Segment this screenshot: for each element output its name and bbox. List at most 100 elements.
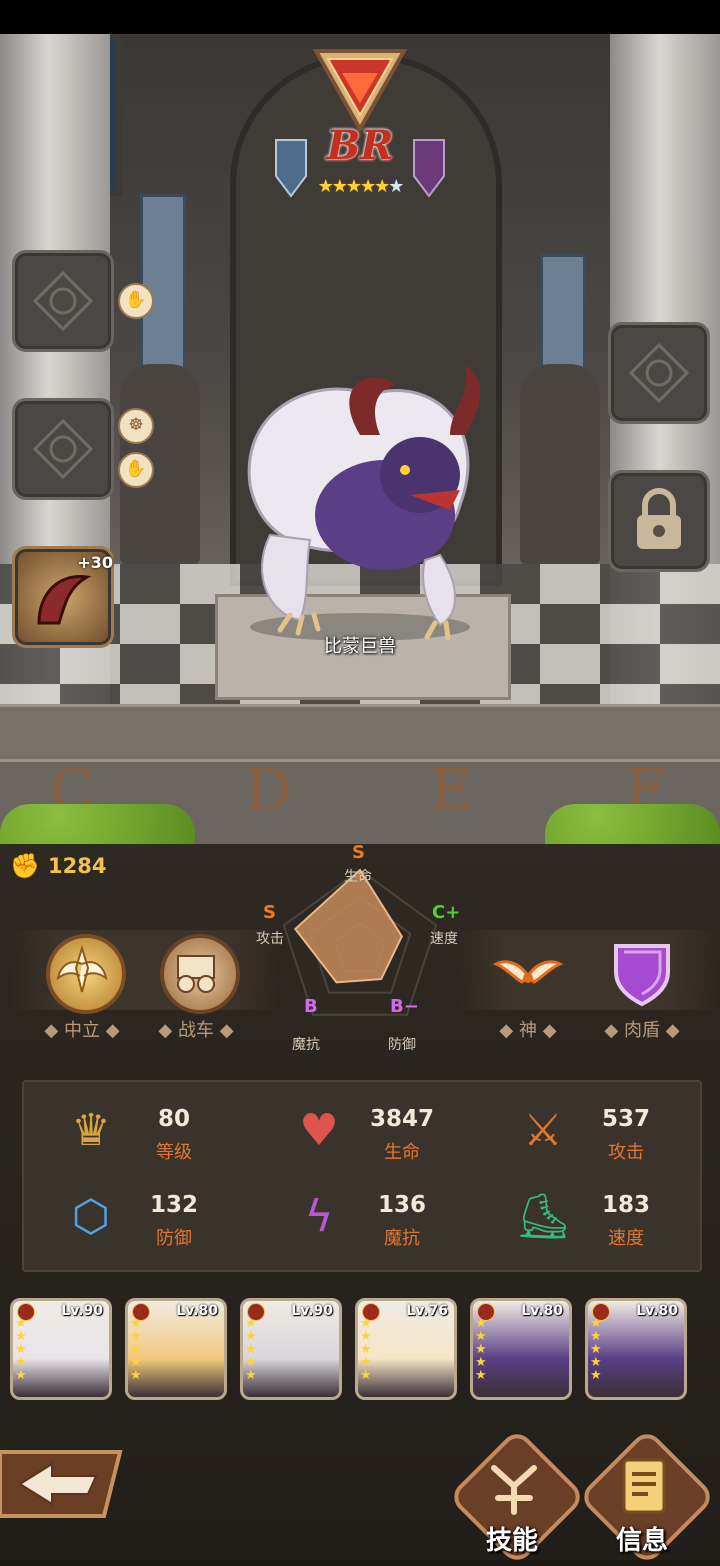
stat-value: 183 (601, 1192, 650, 1218)
radar-axis-label: 防御 (388, 1037, 416, 1053)
angel-wings-crest-icon (56, 944, 108, 993)
sword-icon: ⚔ (523, 1105, 563, 1156)
radar-grade: C+ (432, 902, 461, 923)
stat-label: 等级 (156, 1142, 192, 1163)
magic-shield-icon: ϟ (304, 1191, 334, 1242)
star-filled-icon: ★ (360, 176, 376, 197)
horn-buff-item[interactable]: +30 (12, 546, 114, 648)
hero-level: Lv.90 (291, 1303, 333, 1319)
tank-role-badge[interactable] (606, 936, 678, 1008)
rank-badge: BR (326, 122, 394, 169)
grass-left (0, 804, 195, 844)
hero-card[interactable]: Lv.80 ★ ★ ★ ★ ★ (125, 1298, 227, 1400)
floor-letter: D (245, 756, 292, 824)
stat-label: 生命 (384, 1142, 420, 1163)
equip-slot-1[interactable] (12, 250, 114, 352)
radar-grade: S (352, 842, 365, 863)
armor-icon: ⬡ (71, 1191, 111, 1242)
grass-right (545, 804, 720, 844)
stat-label: 防御 (156, 1228, 192, 1249)
combat-power: 1284 (48, 854, 107, 878)
chariot-class-badge[interactable] (160, 934, 240, 1014)
claw-skill-icon[interactable]: ✋ (118, 283, 154, 319)
hero-level: Lv.80 (521, 1303, 563, 1319)
floor-letter: E (430, 756, 473, 824)
behemoth-character[interactable] (210, 365, 510, 645)
stat-label: 攻击 (608, 1142, 644, 1163)
hero-level: Lv.90 (61, 1303, 103, 1319)
heart-icon: ♥ (299, 1105, 339, 1156)
buff-bonus-label: +30 (77, 553, 113, 572)
god-race-badge[interactable] (492, 936, 564, 1008)
equip-slot-2[interactable] (12, 398, 114, 500)
radar-axis-label: 生命 (344, 869, 372, 885)
stat-label: 魔抗 (384, 1228, 420, 1249)
hero-stars: ★ ★ ★ ★ ★ (360, 1316, 372, 1383)
hero-stars: ★ ★ ★ ★ ★ (15, 1316, 27, 1383)
faction-icon (592, 1303, 610, 1321)
neutral-faction-badge[interactable] (46, 934, 126, 1014)
star-filled-icon: ★ (317, 176, 334, 197)
stat-value: 3847 (369, 1106, 434, 1132)
radar-grade: S (263, 902, 276, 923)
hero-stars: ★ ★ ★ ★ ★ (130, 1316, 142, 1383)
stat-value: 80 (157, 1106, 190, 1132)
star-rating: ★★★★★★ (303, 176, 417, 197)
star-filled-icon: ★ (331, 176, 348, 197)
stat-label: 速度 (608, 1228, 644, 1249)
hero-card[interactable]: Lv.80 ★ ★ ★ ★ ★ (585, 1298, 687, 1400)
stat-value: 537 (601, 1106, 650, 1132)
hero-card[interactable]: Lv.76 ★ ★ ★ ★ ★ (355, 1298, 457, 1400)
lock-icon (637, 488, 681, 549)
trait-label: ◆ 肉盾 ◆ (604, 1020, 680, 1041)
info-button-label[interactable]: 信息 (592, 1520, 692, 1557)
equip-slot-3[interactable] (608, 322, 710, 424)
radar-axis-label: 攻击 (256, 931, 284, 947)
hero-level: Lv.76 (406, 1303, 448, 1319)
radar-axis-label: 速度 (430, 931, 458, 947)
wings-icon (492, 960, 564, 984)
empty-slot-emblem-icon (33, 271, 93, 331)
faction-icon (362, 1303, 380, 1321)
faction-icon (247, 1303, 265, 1321)
knight-statue-right (520, 364, 600, 564)
horn-icon (37, 575, 92, 625)
faction-icon (477, 1303, 495, 1321)
stat-value: 132 (149, 1192, 198, 1218)
hero-card[interactable]: Lv.90 ★ ★ ★ ★ ★ (240, 1298, 342, 1400)
stat-value: 136 (377, 1192, 426, 1218)
faction-icon (132, 1303, 150, 1321)
hero-stars: ★ ★ ★ ★ ★ (590, 1316, 602, 1383)
boot-icon: ⛸ (515, 1191, 571, 1242)
hero-level: Lv.80 (176, 1303, 218, 1319)
radar-grade: B− (390, 996, 419, 1017)
radar-axis-label: 魔抗 (292, 1037, 320, 1053)
beast-skill-icon[interactable]: ☸ (118, 408, 154, 444)
skill-icon (491, 1465, 537, 1515)
laurel-crown-icon: ♛ (71, 1105, 111, 1156)
hero-card[interactable]: Lv.80 ★ ★ ★ ★ ★ (470, 1298, 572, 1400)
star-filled-icon: ★ (374, 176, 390, 197)
back-button[interactable] (0, 1438, 130, 1530)
hero-stars: ★ ★ ★ ★ ★ (475, 1316, 487, 1383)
empty-slot-emblem-icon (33, 419, 93, 479)
radar-grade: B (304, 996, 318, 1017)
locked-slot[interactable] (608, 470, 710, 572)
stair-step-1 (0, 704, 720, 762)
skill-button-label[interactable]: 技能 (462, 1520, 562, 1557)
star-filled-icon: ★ (345, 176, 362, 197)
unit-name: 比蒙巨兽 (324, 636, 396, 657)
trait-label: ◆ 战车 ◆ (158, 1020, 234, 1041)
faction-icon (17, 1303, 35, 1321)
shield-icon (614, 944, 670, 1007)
hero-level: Lv.80 (636, 1303, 678, 1319)
rank-triangle-gem-icon (312, 49, 408, 131)
hero-card[interactable]: Lv.90 ★ ★ ★ ★ ★ (10, 1298, 112, 1400)
status-bar (0, 0, 720, 34)
document-icon (622, 1458, 666, 1514)
fist-power-icon: ✊ (10, 852, 40, 880)
chariot-icon (177, 955, 215, 993)
star-empty-icon: ★ (388, 176, 404, 197)
claw-skill-icon[interactable]: ✋ (118, 452, 154, 488)
empty-slot-emblem-icon (629, 343, 689, 403)
